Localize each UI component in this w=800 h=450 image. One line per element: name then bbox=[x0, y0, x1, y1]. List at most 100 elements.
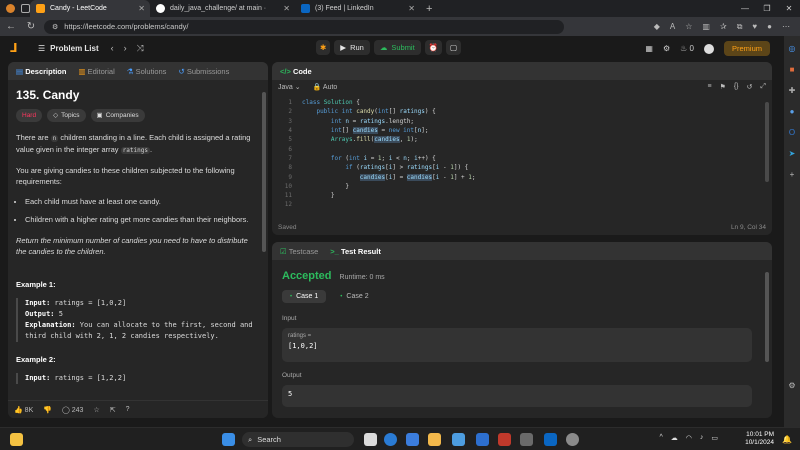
run-button[interactable]: ▶ Run bbox=[334, 40, 370, 55]
share-icon[interactable]: ⇱ bbox=[110, 406, 116, 414]
random-problem-icon[interactable]: ⤨ bbox=[137, 43, 144, 54]
split-screen-icon[interactable]: ▥ bbox=[702, 22, 710, 32]
input-value: [1,0,2] bbox=[288, 342, 318, 350]
like-button[interactable]: 👍 8K bbox=[14, 406, 33, 414]
braces-icon[interactable]: {} bbox=[734, 83, 739, 91]
close-tab-icon[interactable]: ✕ bbox=[283, 4, 290, 13]
debug-button[interactable]: ✱ bbox=[316, 40, 331, 55]
next-problem-icon[interactable]: › bbox=[124, 43, 127, 54]
visual-studio-icon[interactable] bbox=[476, 433, 489, 446]
microsoft-store-icon[interactable] bbox=[452, 433, 465, 446]
notes-button[interactable]: ▢ bbox=[446, 40, 462, 55]
store-badge-icon[interactable] bbox=[406, 433, 419, 446]
browser-tab-linkedin[interactable]: (3) Feed | LinkedIn ✕ bbox=[295, 0, 420, 17]
user-avatar[interactable] bbox=[703, 43, 714, 54]
profile-avatar[interactable] bbox=[6, 4, 15, 13]
description-scrollbar[interactable] bbox=[262, 92, 266, 252]
tab-title: daily_java_challenge/ at main · bbox=[170, 5, 267, 12]
profile-icon[interactable]: ● bbox=[767, 22, 772, 32]
new-tab-icon[interactable]: + bbox=[420, 3, 438, 15]
code-scrollbar[interactable] bbox=[765, 102, 769, 182]
browser-tab-candy[interactable]: Candy - LeetCode ✕ bbox=[30, 0, 150, 17]
refresh-icon[interactable]: ↻ bbox=[24, 21, 38, 32]
tab-editorial[interactable]: ▥ Editorial bbox=[78, 67, 114, 76]
prev-problem-icon[interactable]: ‹ bbox=[111, 43, 114, 54]
settings-icon[interactable]: ⚙ bbox=[663, 44, 670, 53]
tools-icon[interactable]: ✚ bbox=[789, 86, 796, 95]
streak-counter[interactable]: ♨ 0 bbox=[680, 44, 694, 53]
tag-icon: ◇ bbox=[53, 112, 59, 119]
extension-icon[interactable]: ◆ bbox=[654, 22, 660, 32]
shopping-icon[interactable]: ■ bbox=[790, 65, 795, 74]
leetcode-logo-icon[interactable]: ᒧ bbox=[10, 41, 24, 55]
settings-app-icon[interactable] bbox=[566, 433, 579, 446]
code-editor[interactable]: 1 class Solution { 2 public int candy(int… bbox=[272, 98, 772, 216]
taskbar-search[interactable]: ⌕ Search bbox=[242, 432, 354, 447]
system-clock[interactable]: 10:01 PM 10/1/2024 bbox=[745, 431, 774, 447]
layout-icon[interactable]: ▦ bbox=[645, 44, 653, 53]
bookmark-icon[interactable]: ⚑ bbox=[720, 83, 726, 91]
timer-button[interactable]: ⏰ bbox=[424, 40, 443, 55]
send-icon[interactable]: ➤ bbox=[789, 149, 796, 158]
language-select[interactable]: Java ⌄ bbox=[278, 83, 301, 91]
browser-tab-github[interactable]: daily_java_challenge/ at main · ✕ bbox=[150, 0, 295, 17]
result-scrollbar[interactable] bbox=[765, 272, 769, 362]
site-info-icon[interactable]: ⚙ bbox=[52, 23, 58, 31]
tab-description[interactable]: ▤ Description bbox=[16, 67, 66, 76]
volume-icon[interactable]: ♪ bbox=[700, 434, 704, 442]
copilot-icon[interactable]: ◎ bbox=[789, 44, 796, 53]
favorites-icon[interactable]: ✰ bbox=[720, 22, 727, 32]
topics-tag[interactable]: ◇ Topics bbox=[47, 109, 86, 122]
tab-submissions[interactable]: ↺ Submissions bbox=[178, 67, 229, 76]
companies-tag[interactable]: ▣ Companies bbox=[90, 109, 145, 122]
task-view-icon[interactable] bbox=[364, 433, 377, 446]
favorite-icon[interactable]: ☆ bbox=[93, 406, 99, 414]
problem-list-button[interactable]: ☰ Problem List bbox=[38, 44, 99, 53]
add-sidebar-icon[interactable]: + bbox=[790, 170, 795, 179]
wifi-icon[interactable]: ◠ bbox=[686, 434, 692, 442]
format-icon[interactable]: ≡ bbox=[707, 83, 711, 91]
back-icon[interactable]: ← bbox=[4, 21, 18, 32]
browser-essentials-icon[interactable]: ♥ bbox=[752, 22, 757, 32]
close-window-icon[interactable]: ✕ bbox=[778, 4, 800, 13]
collections-icon[interactable]: ⧉ bbox=[737, 22, 743, 32]
outlook-icon[interactable]: O bbox=[789, 128, 795, 137]
fullscreen-icon[interactable]: ⤢ bbox=[760, 83, 766, 91]
weather-widget-icon[interactable] bbox=[10, 433, 23, 446]
cloud-icon[interactable]: ☁ bbox=[671, 434, 678, 442]
menu-icon[interactable]: ⋯ bbox=[782, 22, 790, 32]
maximize-icon[interactable]: ❐ bbox=[756, 4, 778, 13]
submit-button[interactable]: ☁ Submit bbox=[373, 40, 421, 55]
case-1-button[interactable]: • Case 1 bbox=[282, 290, 327, 303]
premium-button[interactable]: Premium bbox=[723, 41, 770, 56]
minimize-icon[interactable]: — bbox=[734, 4, 756, 13]
show-hidden-icon[interactable]: ^ bbox=[659, 434, 662, 442]
battery-icon[interactable]: ▭ bbox=[711, 434, 718, 442]
tab-solutions[interactable]: ⚗ Solutions bbox=[127, 67, 167, 76]
app-l-icon[interactable] bbox=[520, 433, 533, 446]
result-tabs: ☑ Testcase >_ Test Result bbox=[272, 242, 772, 260]
help-icon[interactable]: ? bbox=[126, 406, 130, 413]
linkedin-app-icon[interactable] bbox=[544, 433, 557, 446]
tab-test-result[interactable]: >_ Test Result bbox=[330, 247, 381, 256]
dislike-icon[interactable]: 👎 bbox=[43, 406, 52, 414]
notifications-icon[interactable]: 🔔 bbox=[782, 435, 792, 444]
games-icon[interactable]: ● bbox=[790, 107, 795, 116]
read-aloud-icon[interactable]: A bbox=[670, 22, 675, 32]
url-input[interactable]: ⚙ https://leetcode.com/problems/candy/ bbox=[44, 19, 564, 34]
tab-actions-icon[interactable] bbox=[21, 4, 30, 13]
auto-mode[interactable]: 🔒 Auto bbox=[313, 83, 338, 91]
code-tab[interactable]: </> Code bbox=[280, 67, 312, 76]
favorite-star-icon[interactable]: ☆ bbox=[685, 22, 692, 32]
tab-testcase[interactable]: ☑ Testcase bbox=[280, 247, 318, 256]
close-tab-icon[interactable]: ✕ bbox=[138, 4, 145, 13]
edge-browser-icon[interactable] bbox=[384, 433, 397, 446]
comments-button[interactable]: ◯ 243 bbox=[62, 406, 83, 414]
windows-start-icon[interactable] bbox=[222, 433, 235, 446]
mcafee-icon[interactable] bbox=[498, 433, 511, 446]
close-tab-icon[interactable]: ✕ bbox=[408, 4, 415, 13]
case-2-button[interactable]: • Case 2 bbox=[332, 290, 376, 303]
reset-icon[interactable]: ↺ bbox=[747, 83, 753, 91]
file-explorer-icon[interactable] bbox=[428, 433, 441, 446]
sidebar-settings-icon[interactable]: ⚙ bbox=[788, 381, 795, 390]
